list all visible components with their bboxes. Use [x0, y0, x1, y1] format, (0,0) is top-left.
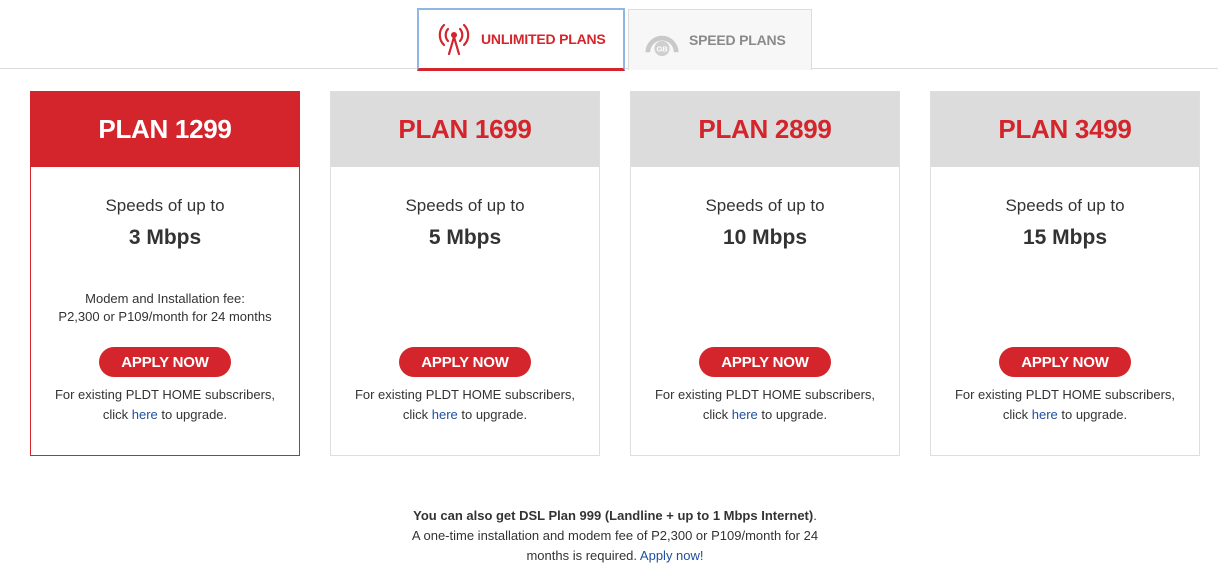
existing-post: to upgrade.	[1057, 407, 1128, 422]
tab-speed-plans[interactable]: GB SPEED PLANS	[628, 9, 812, 70]
speed-value: 5 Mbps	[428, 226, 502, 249]
dsl-plan-headline: You can also get DSL Plan 999 (Landline …	[413, 508, 814, 523]
existing-line-2: click here to upgrade.	[331, 405, 599, 425]
dsl-plan-note: You can also get DSL Plan 999 (Landline …	[380, 506, 850, 566]
apply-now-button[interactable]: APPLY NOW	[99, 347, 231, 377]
existing-line-2: click here to upgrade.	[31, 405, 299, 425]
speed-label: Speeds of up to	[405, 196, 525, 215]
existing-pre: click	[702, 407, 732, 422]
upgrade-here-link[interactable]: here	[432, 407, 458, 422]
plan-title: PLAN 3499	[931, 92, 1199, 167]
tab-unlimited-plans[interactable]: UNLIMITED PLANS	[417, 8, 625, 71]
plan-tabs: UNLIMITED PLANS GB SPEED PLANS	[0, 0, 1218, 71]
plan-title: PLAN 2899	[631, 92, 899, 167]
tab-unlimited-label: UNLIMITED PLANS	[481, 31, 606, 47]
existing-subscribers-note: For existing PLDT HOME subscribers, clic…	[931, 385, 1199, 425]
dsl-plan-line-3: months is required. Apply now!	[380, 546, 850, 566]
dsl-plan-line-3-text: months is required.	[526, 548, 640, 563]
dsl-plan-line-1: You can also get DSL Plan 999 (Landline …	[380, 506, 850, 526]
existing-subscribers-note: For existing PLDT HOME subscribers, clic…	[31, 385, 299, 425]
plan-card-1299: PLAN 1299 Speeds of up to 3 Mbps Modem a…	[30, 91, 300, 456]
dsl-plan-period: .	[813, 508, 817, 523]
speed-value: 3 Mbps	[128, 226, 202, 249]
signal-tower-icon	[437, 22, 471, 56]
upgrade-here-link[interactable]: here	[132, 407, 158, 422]
existing-line-2: click here to upgrade.	[931, 405, 1199, 425]
existing-subscribers-note: For existing PLDT HOME subscribers, clic…	[631, 385, 899, 425]
plan-card-2899: PLAN 2899 Speeds of up to 10 Mbps APPLY …	[630, 91, 900, 456]
existing-line-1: For existing PLDT HOME subscribers,	[354, 387, 576, 402]
dsl-plan-line-2: A one-time installation and modem fee of…	[411, 528, 819, 543]
upgrade-here-link[interactable]: here	[732, 407, 758, 422]
speed-label: Speeds of up to	[1005, 196, 1125, 215]
svg-text:GB: GB	[657, 44, 669, 53]
gb-gauge-icon: GB	[645, 23, 679, 57]
existing-pre: click	[102, 407, 132, 422]
installation-fee: Modem and Installation fee: P2,300 or P1…	[31, 290, 299, 326]
plan-card-3499: PLAN 3499 Speeds of up to 15 Mbps APPLY …	[930, 91, 1200, 456]
existing-line-1: For existing PLDT HOME subscribers,	[54, 387, 276, 402]
speed-label: Speeds of up to	[705, 196, 825, 215]
apply-now-button[interactable]: APPLY NOW	[699, 347, 831, 377]
plan-card-1699: PLAN 1699 Speeds of up to 5 Mbps APPLY N…	[330, 91, 600, 456]
existing-post: to upgrade.	[757, 407, 828, 422]
existing-post: to upgrade.	[457, 407, 528, 422]
existing-post: to upgrade.	[157, 407, 228, 422]
existing-line-1: For existing PLDT HOME subscribers,	[954, 387, 1176, 402]
speed-value: 15 Mbps	[1022, 226, 1108, 249]
existing-pre: click	[1002, 407, 1032, 422]
speed-label: Speeds of up to	[105, 196, 225, 215]
apply-now-button[interactable]: APPLY NOW	[399, 347, 531, 377]
fee-line-1: Modem and Installation fee:	[85, 291, 245, 306]
existing-line-2: click here to upgrade.	[631, 405, 899, 425]
apply-now-link[interactable]: Apply now!	[640, 548, 704, 563]
tab-speed-label: SPEED PLANS	[689, 32, 786, 48]
apply-now-button[interactable]: APPLY NOW	[999, 347, 1131, 377]
plan-title: PLAN 1299	[31, 92, 299, 167]
plan-title: PLAN 1699	[331, 92, 599, 167]
existing-pre: click	[402, 407, 432, 422]
fee-line-2: P2,300 or P109/month for 24 months	[58, 309, 272, 324]
upgrade-here-link[interactable]: here	[1032, 407, 1058, 422]
speed-value: 10 Mbps	[722, 226, 808, 249]
existing-line-1: For existing PLDT HOME subscribers,	[654, 387, 876, 402]
existing-subscribers-note: For existing PLDT HOME subscribers, clic…	[331, 385, 599, 425]
